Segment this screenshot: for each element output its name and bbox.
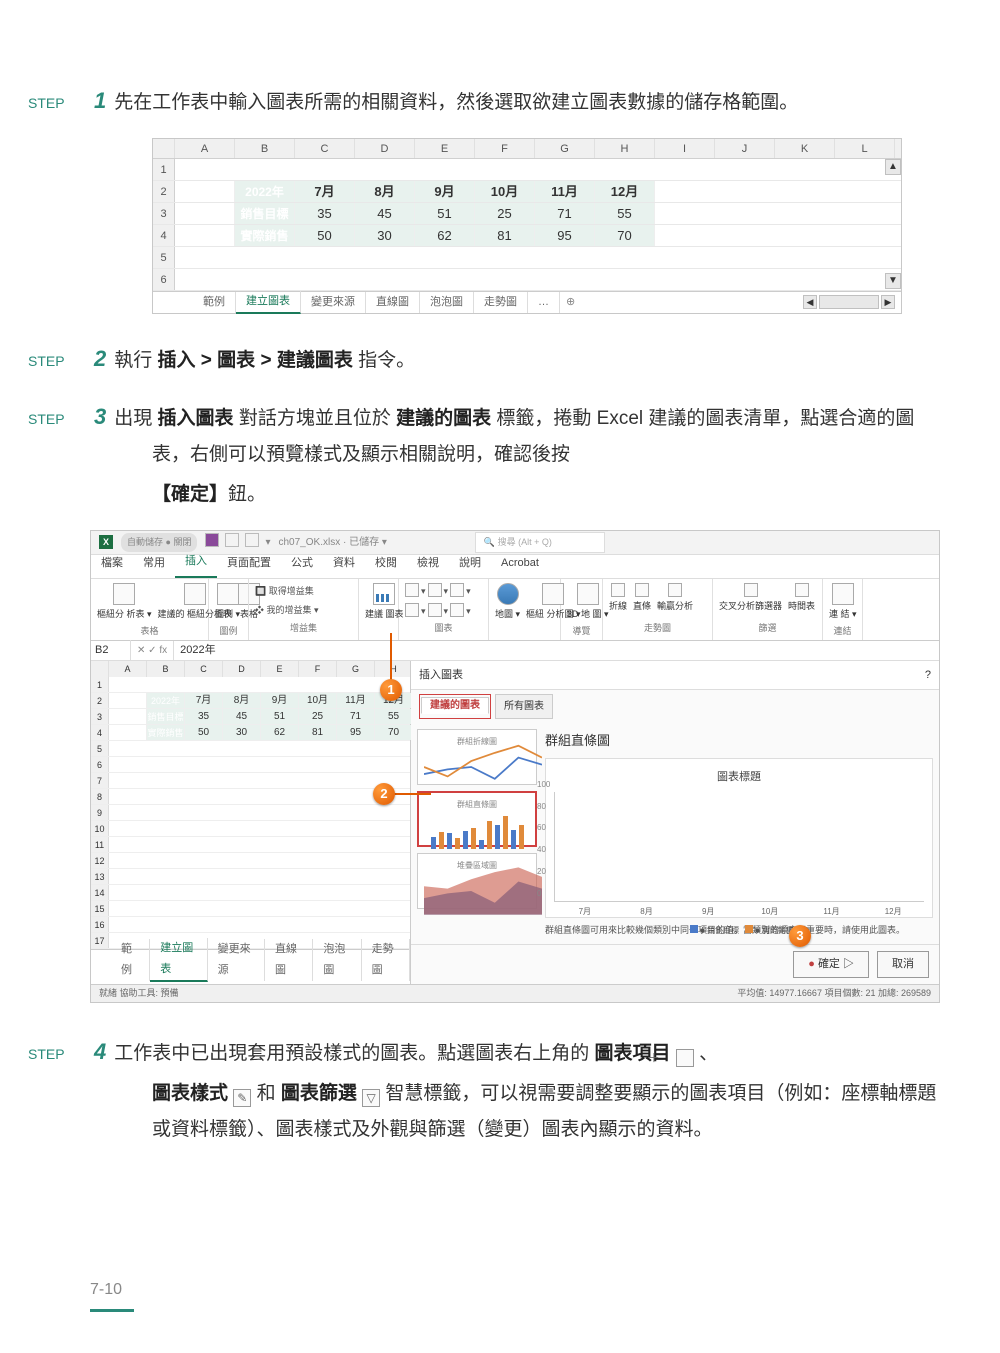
- illustrations-button[interactable]: 圖例 ▾: [215, 583, 240, 623]
- tab-recommended[interactable]: 建議的圖表: [421, 697, 489, 714]
- ribbon-tab-insert[interactable]: 插入: [175, 547, 217, 578]
- chart-thumb-bar[interactable]: 群組直條圖: [417, 791, 537, 847]
- step-2: STEP2執行 插入 > 圖表 > 建議圖表 指令。: [90, 338, 940, 380]
- chart-preview: 圖表標題 100806040200 7月8月9月10月11月12月 ■ 銷售目標…: [545, 758, 933, 918]
- excel-screenshot-1: ABCDEFGHIJKL ▲ 1 22022年7月8月9月10月11月12月 3…: [152, 138, 902, 314]
- scroll-left-icon[interactable]: ◀: [803, 295, 817, 309]
- sheet-more[interactable]: …: [528, 292, 560, 313]
- slicer-button[interactable]: 交叉分析篩選器: [719, 583, 782, 615]
- help-icon[interactable]: ?: [925, 665, 931, 686]
- name-box[interactable]: B2: [91, 640, 131, 661]
- step-3: STEP3出現 插入圖表 對話方塊並且位於 建議的圖表 標籤，捲動 Excel …: [90, 396, 940, 514]
- ribbon-tab[interactable]: 校閱: [365, 549, 407, 578]
- preview-chart-name: 群組直條圖: [545, 729, 933, 754]
- my-addins-button[interactable]: ❖ 我的增益集 ▾: [255, 602, 319, 619]
- save-icon[interactable]: [205, 533, 219, 547]
- fx-buttons[interactable]: ✕ ✓ fx: [131, 641, 174, 660]
- ribbon-tab[interactable]: 常用: [133, 549, 175, 578]
- chart-filter-icon: ▽: [362, 1089, 380, 1107]
- step-text: 先在工作表中輸入圖表所需的相關資料，然後選取欲建立圖表數據的儲存格範圍。: [114, 92, 798, 113]
- chart-type-icon[interactable]: [405, 603, 419, 617]
- sheet-tab[interactable]: 變更來源: [301, 292, 366, 313]
- callout-3: 3: [789, 925, 811, 947]
- status-bar: 就緒 協助工具: 預備 平均值: 14977.16667 項目個數: 21 加總…: [91, 984, 939, 1002]
- add-sheet-icon[interactable]: ⊕: [560, 292, 581, 313]
- scroll-up-icon[interactable]: ▲: [885, 159, 901, 175]
- map-button[interactable]: 地圖 ▾: [495, 583, 520, 623]
- sparkline-line-button[interactable]: 折線: [609, 583, 627, 615]
- ribbon-tabs: 檔案 常用 插入 頁面配置 公式 資料 校閱 檢視 說明 Acrobat: [91, 555, 939, 579]
- step-1: STEP1先在工作表中輸入圖表所需的相關資料，然後選取欲建立圖表數據的儲存格範圍…: [90, 80, 940, 122]
- get-addins-button[interactable]: 🔲 取得增益集: [255, 583, 314, 600]
- cancel-button[interactable]: 取消: [877, 951, 929, 978]
- ribbon-tab[interactable]: 頁面配置: [217, 549, 281, 578]
- excel-screenshot-2: X 自動儲存 ● 關閉 ▾ ch07_OK.xlsx · 已儲存 ▾ 🔍 搜尋 …: [90, 530, 940, 1003]
- sheet-tab-active[interactable]: 建立圖表: [236, 291, 301, 314]
- sheet-tab[interactable]: 泡泡圖: [420, 292, 474, 313]
- step-number: 1: [94, 88, 106, 113]
- chart-styles-icon: ✎: [233, 1089, 251, 1107]
- sheet-tabs: 範例 建立圖表 變更來源 直線圖 泡泡圖 走勢圖 … ⊕ ◀ ▶: [153, 291, 901, 313]
- timeline-button[interactable]: 時間表: [788, 583, 815, 615]
- chart-elements-icon: ＋: [676, 1049, 694, 1067]
- excel-app-icon: X: [99, 535, 113, 549]
- scroll-down-icon[interactable]: ▼: [885, 273, 901, 289]
- formula-value[interactable]: 2022年: [174, 640, 221, 661]
- recommended-chart-button[interactable]: 建議 圖表: [365, 583, 404, 623]
- page-number: 7-10: [90, 1275, 134, 1312]
- ribbon-tab[interactable]: 檢視: [407, 549, 449, 578]
- chart-thumb-area[interactable]: 堆疊區域圖: [417, 853, 537, 909]
- scroll-right-icon[interactable]: ▶: [881, 295, 895, 309]
- ribbon-tab[interactable]: 檔案: [91, 549, 133, 578]
- undo-icon[interactable]: [225, 533, 239, 547]
- ribbon-tab[interactable]: 公式: [281, 549, 323, 578]
- new-icon[interactable]: [245, 533, 259, 547]
- sparkline-column-button[interactable]: 直條: [633, 583, 651, 615]
- link-button[interactable]: 連 結 ▾: [829, 583, 857, 623]
- insert-chart-dialog: 插入圖表? 建議的圖表 所有圖表 群組折線圖 群組直條圖: [411, 661, 939, 984]
- callout-2: 2: [373, 783, 395, 805]
- chart-type-icon[interactable]: [428, 583, 442, 597]
- dialog-title: 插入圖表: [419, 665, 463, 686]
- sparkline-winloss-button[interactable]: 輸贏分析: [657, 583, 693, 615]
- ok-button[interactable]: ● 確定 ▷: [793, 951, 869, 978]
- worksheet-grid: ABCDEFGH 1 22022年7月8月9月10月11月12月 3銷售目標35…: [91, 661, 411, 984]
- chart-thumb-line[interactable]: 群組折線圖: [417, 729, 537, 785]
- formula-bar: B2 ✕ ✓ fx 2022年: [91, 641, 939, 661]
- chart-type-icon[interactable]: [428, 603, 442, 617]
- column-headers: ABCDEFGHIJKL: [153, 139, 901, 159]
- callout-1: 1: [380, 679, 402, 701]
- ribbon-tab[interactable]: Acrobat: [491, 549, 549, 578]
- step-4: STEP4工作表中已出現套用預設樣式的圖表。點選圖表右上角的 圖表項目 ＋ 、 …: [90, 1031, 940, 1149]
- pivot-button[interactable]: 樞紐分 析表 ▾: [97, 583, 152, 623]
- chart-type-icon[interactable]: [405, 583, 419, 597]
- ribbon: 樞紐分 析表 ▾ 建議的 樞紐分析表 表格 表格 圖例 ▾ 圖例 🔲 取得增益集…: [91, 579, 939, 641]
- tab-all-charts[interactable]: 所有圖表: [495, 694, 553, 719]
- sheet-tab[interactable]: 走勢圖: [474, 292, 528, 313]
- ribbon-tab[interactable]: 說明: [449, 549, 491, 578]
- sheet-tab[interactable]: 範例: [193, 292, 236, 313]
- chart-type-icon[interactable]: [450, 603, 464, 617]
- cell[interactable]: 2022年: [235, 181, 295, 202]
- ribbon-tab[interactable]: 資料: [323, 549, 365, 578]
- chart-type-icon[interactable]: [450, 583, 464, 597]
- sheet-tab[interactable]: 直線圖: [366, 292, 420, 313]
